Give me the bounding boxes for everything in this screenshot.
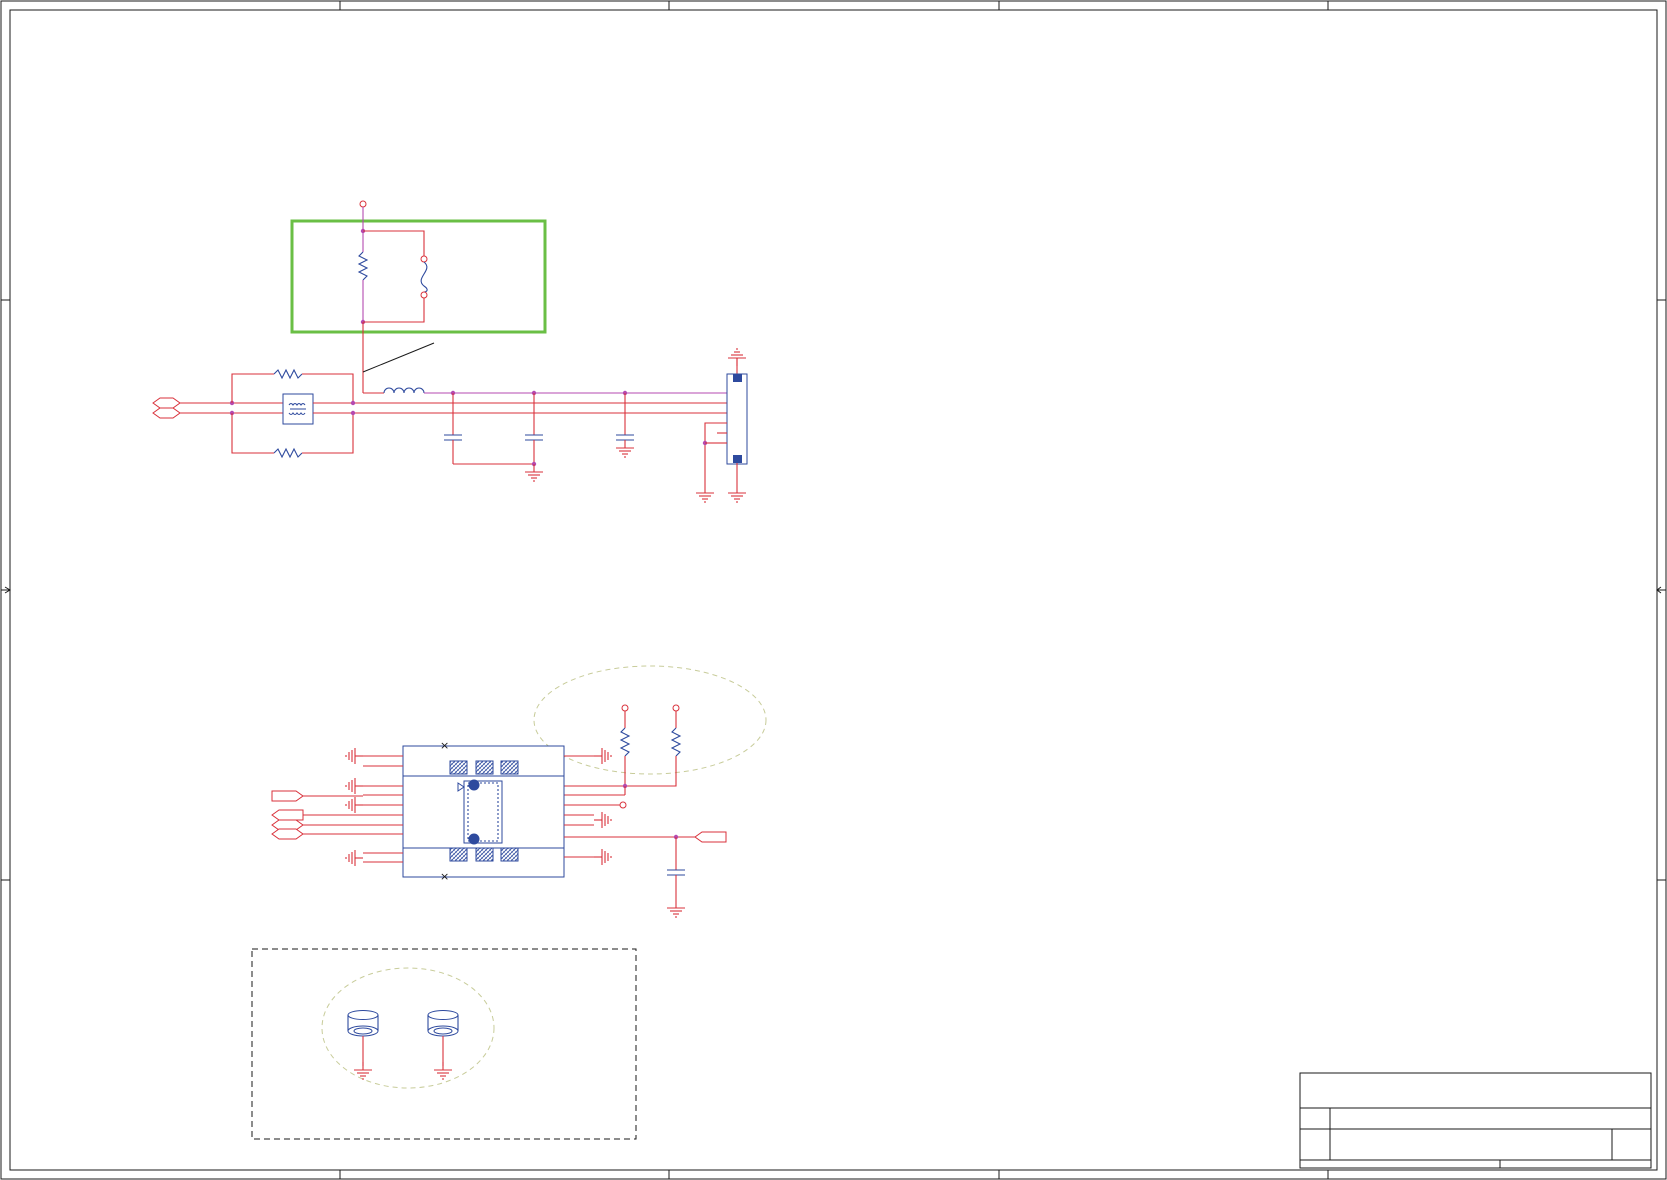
resistor-r4 <box>619 727 631 757</box>
resistor-r2 <box>273 368 303 380</box>
signal-port-out-1 <box>271 809 304 821</box>
mounting-hole-2 <box>427 1010 459 1080</box>
ground-symbol <box>345 849 364 867</box>
capacitor-c2 <box>525 393 543 464</box>
title-block <box>1299 1072 1652 1169</box>
ground-symbol <box>593 811 612 829</box>
input-port-n <box>152 407 181 419</box>
sheet-border <box>0 0 1667 1180</box>
inductor-l1 <box>383 387 425 394</box>
ground-symbol <box>524 463 544 482</box>
connector-j1 <box>695 348 748 503</box>
capacitor-c3 <box>616 393 634 441</box>
svg-text:×: × <box>440 739 449 752</box>
mounting-hole-1 <box>347 1010 379 1080</box>
pullup-region-outline <box>533 665 767 775</box>
ground-symbol <box>345 747 364 765</box>
signal-port-in-1 <box>271 790 304 802</box>
highlight-box <box>290 219 547 334</box>
ground-symbol <box>345 777 364 795</box>
differential-input <box>152 368 727 459</box>
fuse-f1 <box>420 261 428 293</box>
ground-symbol <box>727 484 747 503</box>
capacitor-c1 <box>444 393 462 464</box>
resistor-r1 <box>357 251 369 281</box>
ground-symbol <box>353 1061 373 1080</box>
resistor-r3 <box>273 447 303 459</box>
svg-text:×: × <box>440 870 449 883</box>
power-input-circuit <box>357 200 727 482</box>
module-u1: × × <box>271 739 727 918</box>
power-port-terminal <box>359 200 367 208</box>
ground-symbol <box>615 439 635 458</box>
ground-symbol <box>593 848 612 866</box>
signal-port-in-2 <box>694 831 727 843</box>
signal-port-bidir-2 <box>271 828 304 840</box>
pullup-resistors <box>564 704 682 796</box>
ground-symbol <box>593 747 612 765</box>
input-port-p <box>152 397 181 409</box>
capacitor-c4 <box>667 837 685 900</box>
annotation-leader <box>362 342 435 373</box>
ground-symbol <box>433 1061 453 1080</box>
mounting-region <box>251 948 637 1140</box>
ground-symbol <box>666 899 686 918</box>
schematic-sheet: × × <box>0 0 1667 1180</box>
resistor-r5 <box>670 727 682 757</box>
ground-symbol <box>695 484 715 503</box>
ground-symbol <box>345 796 364 814</box>
